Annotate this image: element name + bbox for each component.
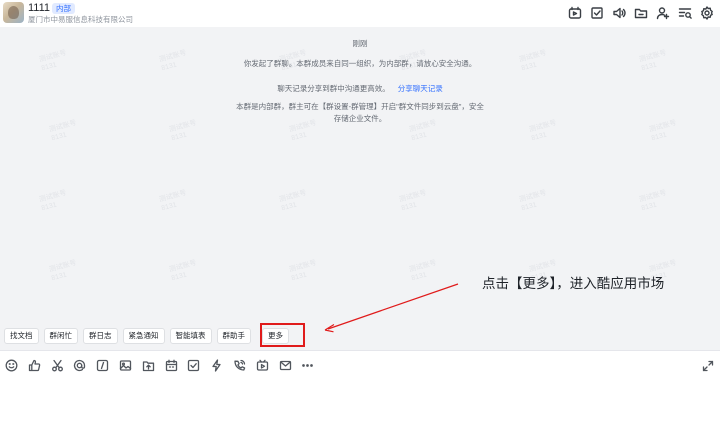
watermark-line1: 测试账号 (288, 259, 318, 274)
watermark: 测试账号 8131 (398, 189, 430, 214)
search-list-icon[interactable] (678, 6, 692, 20)
watermark-line2: 8131 (640, 201, 658, 213)
system-message-storage-line2: 存储企业文件。 (333, 114, 387, 123)
group-avatar[interactable] (3, 2, 24, 23)
input-toolbar (0, 350, 720, 380)
toolbar-icons (5, 359, 314, 372)
text-format-icon[interactable] (96, 359, 109, 372)
watermark-line2: 8131 (530, 131, 548, 143)
header-actions (568, 6, 714, 20)
task-check-icon[interactable] (590, 6, 604, 20)
add-member-icon[interactable] (656, 6, 670, 20)
message-input-area[interactable] (0, 380, 720, 434)
watermark-line1: 测试账号 (398, 189, 428, 204)
chip-urgent-notice[interactable]: 紧急通知 (122, 328, 165, 344)
settings-gear-icon[interactable] (700, 6, 714, 20)
expand-icon[interactable] (702, 359, 714, 372)
chip-find-doc[interactable]: 找文档 (4, 328, 39, 344)
chat-message-area: 测试账号 8131 测试账号 8131 测试账号 8131 测试账号 8131 测试账号 8131… (0, 27, 720, 350)
chip-smart-form[interactable]: 智能填表 (169, 328, 212, 344)
watermark-line2: 8131 (520, 201, 538, 213)
watermark-line2: 8131 (290, 131, 308, 143)
thumbs-up-icon[interactable] (28, 359, 41, 372)
watermark-line2: 8131 (50, 271, 68, 283)
watermark: 测试账号 8131 (408, 259, 440, 284)
share-chat-history-link[interactable]: 分享聊天记录 (398, 84, 443, 93)
image-icon[interactable] (119, 359, 132, 372)
system-message-share: 聊天记录分享到群中沟通更高效。 分享聊天记录 (0, 83, 720, 94)
emoji-icon[interactable] (5, 359, 18, 372)
organization-name: 厦门市中易服信息科技有限公司 (28, 15, 133, 24)
watermark: 测试账号 8131 (288, 259, 320, 284)
system-time: 刚刚 (352, 39, 368, 48)
mention-at-icon[interactable] (73, 359, 86, 372)
watermark-line2: 8131 (410, 271, 428, 283)
watermark: 测试账号 8131 (158, 189, 190, 214)
watermark: 测试账号 8131 (278, 189, 310, 214)
annotation-text: 点击【更多】，进入酷应用市场 (482, 276, 665, 291)
chat-title[interactable]: 1111 (28, 2, 50, 14)
watermark-line1: 测试账号 (168, 259, 198, 274)
quick-action-chips: 找文档 群闲忙 群日志 紧急通知 智能填表 群助手 更多 (4, 328, 289, 344)
watermark-line2: 8131 (290, 271, 308, 283)
internal-tag: 内部 (52, 3, 75, 14)
chip-group-log[interactable]: 群日志 (83, 328, 118, 344)
video-meeting-icon[interactable] (568, 6, 582, 20)
chat-header: 1111 内部 厦门市中易服信息科技有限公司 (0, 0, 720, 27)
watermark-line1: 测试账号 (38, 189, 68, 204)
watermark-line2: 8131 (40, 201, 58, 213)
watermark: 测试账号 8131 (518, 189, 550, 214)
system-message-started: 你发起了群聊。本群成员来自同一组织，为内部群，请放心安全沟通。 (243, 59, 477, 68)
flash-ding-icon[interactable] (210, 359, 223, 372)
watermark: 测试账号 8131 (48, 259, 80, 284)
watermark-line1: 测试账号 (158, 189, 188, 204)
watermark: 测试账号 8131 (38, 189, 70, 214)
watermark: 测试账号 8131 (638, 189, 670, 214)
watermark-line1: 测试账号 (278, 189, 308, 204)
watermark-line2: 8131 (400, 201, 418, 213)
watermark-line1: 测试账号 (638, 189, 668, 204)
announcement-icon[interactable] (612, 6, 626, 20)
watermark-line2: 8131 (160, 201, 178, 213)
watermark-line2: 8131 (410, 131, 428, 143)
upload-file-icon[interactable] (142, 359, 155, 372)
phone-call-icon[interactable] (233, 359, 246, 372)
watermark-line2: 8131 (170, 271, 188, 283)
mail-icon[interactable] (279, 359, 292, 372)
chip-group-assistant[interactable]: 群助手 (216, 328, 251, 344)
watermark-line1: 测试账号 (48, 259, 78, 274)
watermark: 测试账号 8131 (168, 259, 200, 284)
calendar-icon[interactable] (165, 359, 178, 372)
watermark-line2: 8131 (50, 131, 68, 143)
watermark-line2: 8131 (280, 201, 298, 213)
folder-icon[interactable] (634, 6, 648, 20)
live-video-icon[interactable] (256, 359, 269, 372)
checkbox-task-icon[interactable] (187, 359, 200, 372)
watermark-line1: 测试账号 (408, 259, 438, 274)
chip-group-busy[interactable]: 群闲忙 (43, 328, 78, 344)
annotation-arrow (324, 283, 459, 333)
watermark-line1: 测试账号 (518, 189, 548, 204)
watermark-line2: 8131 (170, 131, 188, 143)
more-dots-icon[interactable] (301, 359, 314, 372)
screenshot-scissors-icon[interactable] (51, 359, 64, 372)
watermark-line2: 8131 (650, 131, 668, 143)
system-message-storage-line1: 本群是内部群，群主可在【群设置-群管理】开启"群文件同步到云盘"，安全 (236, 102, 484, 111)
share-hint-text: 聊天记录分享到群中沟通更高效。 (277, 84, 390, 93)
more-highlight-box (260, 323, 305, 347)
